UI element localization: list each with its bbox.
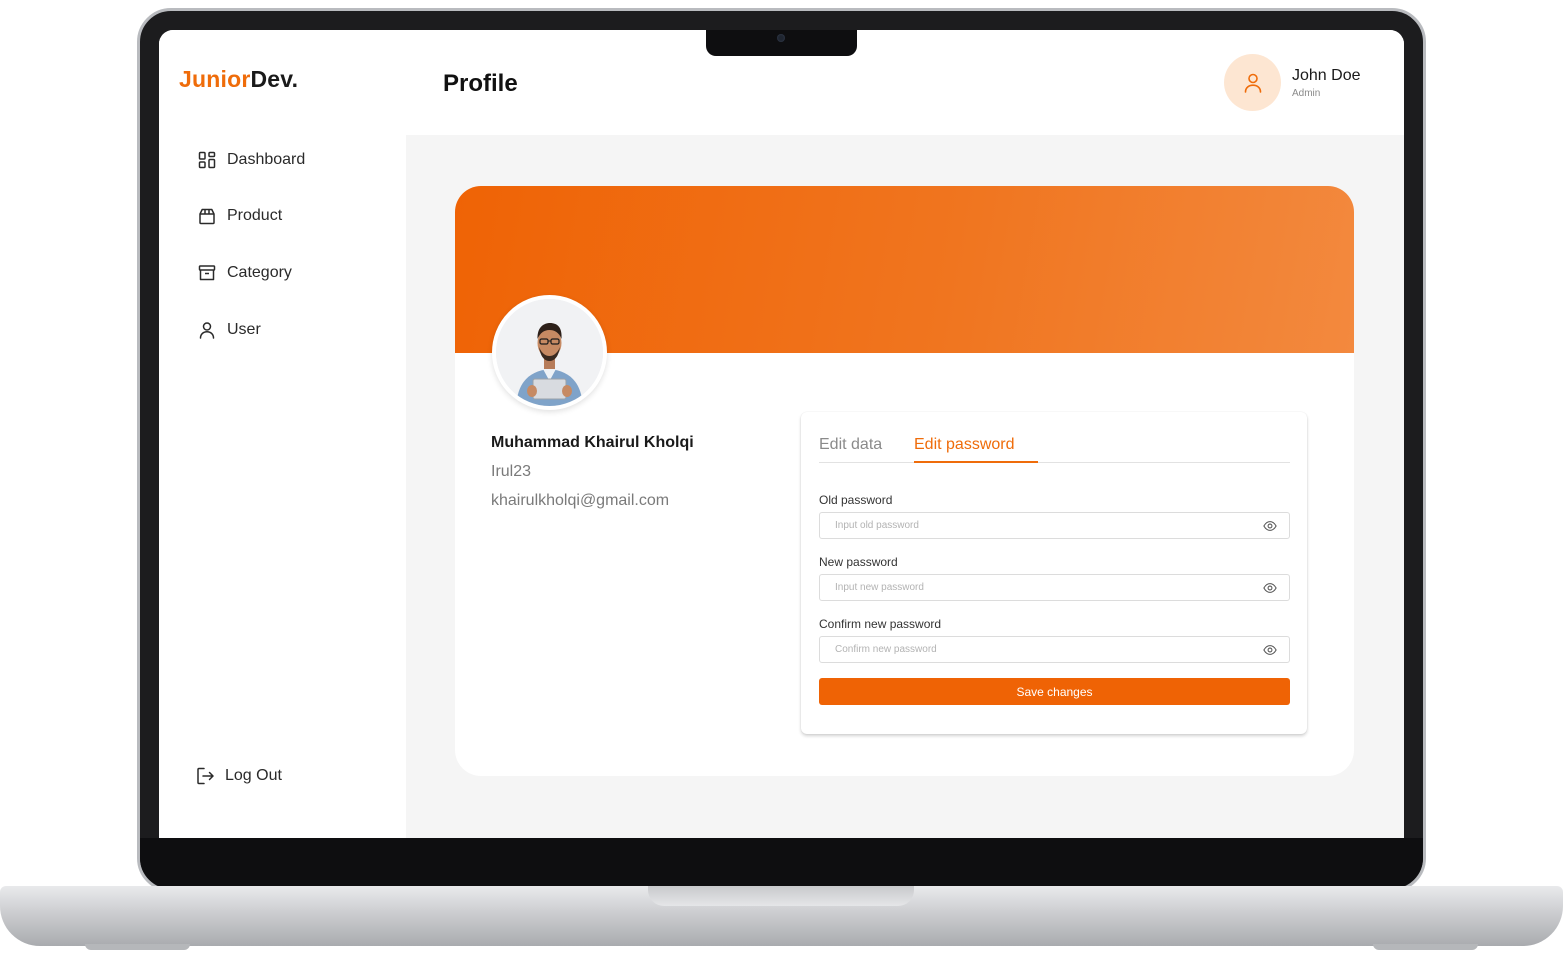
laptop-bezel	[140, 838, 1423, 888]
camera-icon	[777, 34, 785, 42]
profile-photo[interactable]	[492, 295, 607, 410]
confirm-password-field-wrapper	[819, 636, 1290, 663]
user-role: Admin	[1292, 88, 1321, 99]
user-icon	[199, 322, 215, 339]
sidebar-item-category[interactable]: Category	[197, 263, 292, 283]
logout-label: Log Out	[225, 767, 282, 784]
new-password-label: New password	[819, 555, 898, 569]
brand-logo[interactable]: JuniorDev.	[179, 66, 298, 93]
old-password-input[interactable]	[835, 513, 1255, 538]
brand-logo-part2: Dev.	[250, 66, 299, 92]
old-password-label: Old password	[819, 493, 893, 507]
laptop-foot-left	[85, 944, 190, 950]
eye-icon[interactable]	[1263, 582, 1277, 594]
sidebar-item-label: Product	[227, 207, 283, 224]
archive-icon	[198, 265, 216, 281]
tab-edit-password[interactable]: Edit password	[914, 436, 1015, 454]
profile-username: Irul23	[491, 463, 532, 480]
profile-tabs: Edit data Edit password	[819, 436, 1290, 463]
sidebar-item-label: Dashboard	[227, 151, 306, 168]
new-password-field-wrapper	[819, 574, 1290, 601]
sidebar-item-user[interactable]: User	[197, 320, 261, 340]
sidebar-item-product[interactable]: Product	[197, 206, 282, 226]
eye-icon[interactable]	[1263, 644, 1277, 656]
sidebar-item-label: User	[227, 321, 261, 338]
old-password-field-wrapper	[819, 512, 1290, 539]
user-icon	[1244, 73, 1261, 93]
laptop-opening-notch	[648, 886, 914, 906]
brand-logo-part1: Junior	[179, 66, 251, 92]
profile-full-name: Muhammad Khairul Kholqi	[491, 434, 694, 451]
sidebar-item-dashboard[interactable]: Dashboard	[197, 150, 305, 170]
profile-email: khairulkholqi@gmail.com	[491, 492, 670, 509]
sidebar: JuniorDev. Dashboard Product Category Us…	[159, 30, 406, 838]
laptop-foot-right	[1373, 944, 1478, 950]
page-title: Profile	[443, 70, 518, 97]
camera-notch	[706, 30, 857, 56]
avatar[interactable]	[1224, 54, 1281, 111]
person-photo-icon	[496, 299, 603, 406]
active-tab-indicator	[914, 461, 1038, 463]
box-icon	[199, 208, 215, 225]
confirm-password-label: Confirm new password	[819, 617, 942, 631]
edit-password-panel: Edit data Edit password Old password New…	[801, 412, 1307, 734]
profile-card: Muhammad Khairul Kholqi Irul23 khairulkh…	[455, 186, 1354, 776]
confirm-password-input[interactable]	[835, 637, 1255, 662]
top-header: Profile John Doe Admin	[406, 30, 1404, 135]
tab-edit-data[interactable]: Edit data	[819, 436, 882, 454]
screen: JuniorDev. Dashboard Product Category Us…	[159, 30, 1404, 838]
save-changes-button[interactable]: Save changes	[819, 678, 1290, 705]
logout-button[interactable]: Log Out	[195, 766, 282, 786]
new-password-input[interactable]	[835, 575, 1255, 600]
user-name: John Doe	[1292, 67, 1361, 84]
logout-icon	[197, 767, 214, 785]
eye-icon[interactable]	[1263, 520, 1277, 532]
grid-icon	[198, 151, 216, 169]
sidebar-item-label: Category	[227, 264, 292, 281]
